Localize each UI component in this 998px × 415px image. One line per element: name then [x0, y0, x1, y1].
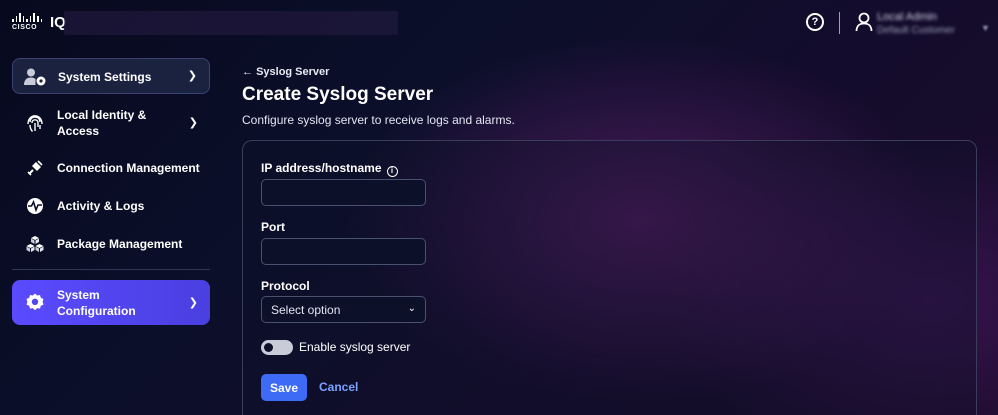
logo-bars-icon: [12, 13, 43, 22]
chevron-right-icon: ❯: [187, 70, 197, 82]
sidebar-item-label: Activity & Logs: [57, 199, 145, 213]
save-button[interactable]: Save: [261, 374, 307, 401]
sidebar-item-package-management[interactable]: Package Management: [12, 232, 210, 256]
plug-icon: [27, 160, 43, 176]
sidebar-divider: [12, 269, 210, 270]
user-org: Default Customer: [877, 25, 955, 36]
sidebar-item-label: Local Identity & Access: [57, 108, 147, 138]
redacted-header-area: [64, 11, 398, 35]
protocol-selected-value: Select option: [271, 302, 341, 317]
info-icon[interactable]: i: [386, 166, 398, 177]
sidebar-item-connection-management[interactable]: Connection Management: [12, 156, 210, 180]
sidebar-item-label: System Configuration: [57, 288, 136, 318]
page-title: Create Syslog Server: [242, 84, 434, 105]
user-settings-icon: [24, 68, 46, 86]
chevron-right-icon: ❯: [188, 296, 198, 309]
logo-text: CISCO: [12, 24, 38, 31]
header-divider: [839, 12, 840, 34]
sidebar-item-local-identity[interactable]: Local Identity & Access ❯: [12, 104, 210, 142]
sidebar-item-label: System Settings: [58, 70, 152, 84]
gear-icon: [26, 293, 44, 311]
cisco-logo[interactable]: CISCO: [12, 13, 43, 33]
ip-address-label: IP address/hostname i: [261, 161, 398, 177]
port-label: Port: [261, 220, 285, 234]
page-description: Configure syslog server to receive logs …: [242, 113, 515, 127]
back-link[interactable]: ← Syslog Server: [242, 66, 329, 78]
fingerprint-icon: [27, 115, 43, 132]
protocol-select[interactable]: Select option ⌄: [261, 296, 426, 323]
ip-address-input[interactable]: [261, 179, 426, 206]
help-icon[interactable]: ?: [806, 13, 824, 31]
user-name[interactable]: Local Admin: [877, 11, 937, 23]
sidebar-item-system-settings[interactable]: System Settings ❯: [12, 58, 210, 94]
back-link-label: Syslog Server: [256, 66, 330, 78]
chevron-right-icon: ❯: [188, 117, 198, 129]
port-input[interactable]: [261, 238, 426, 265]
cancel-button[interactable]: Cancel: [319, 380, 358, 394]
top-header: CISCO IQ ? Local Admin Default Customer …: [0, 0, 998, 46]
ip-address-label-text: IP address/hostname: [261, 161, 382, 175]
sidebar-item-system-configuration[interactable]: System Configuration ❯: [12, 280, 210, 325]
sidebar-item-label: Connection Management: [57, 161, 200, 175]
protocol-label: Protocol: [261, 279, 310, 293]
user-menu-chevron-icon[interactable]: ▼: [981, 23, 990, 33]
chevron-down-icon: ⌄: [407, 303, 416, 314]
sidebar-item-label: Package Management: [57, 237, 183, 251]
package-icon: [26, 236, 44, 252]
user-icon[interactable]: [855, 12, 873, 32]
activity-icon: [27, 198, 43, 214]
arrow-left-icon: ←: [242, 66, 253, 78]
sidebar-item-activity-logs[interactable]: Activity & Logs: [12, 194, 210, 218]
enable-syslog-label: Enable syslog server: [299, 340, 411, 354]
toggle-knob: [264, 343, 273, 352]
enable-syslog-toggle[interactable]: [261, 340, 293, 355]
